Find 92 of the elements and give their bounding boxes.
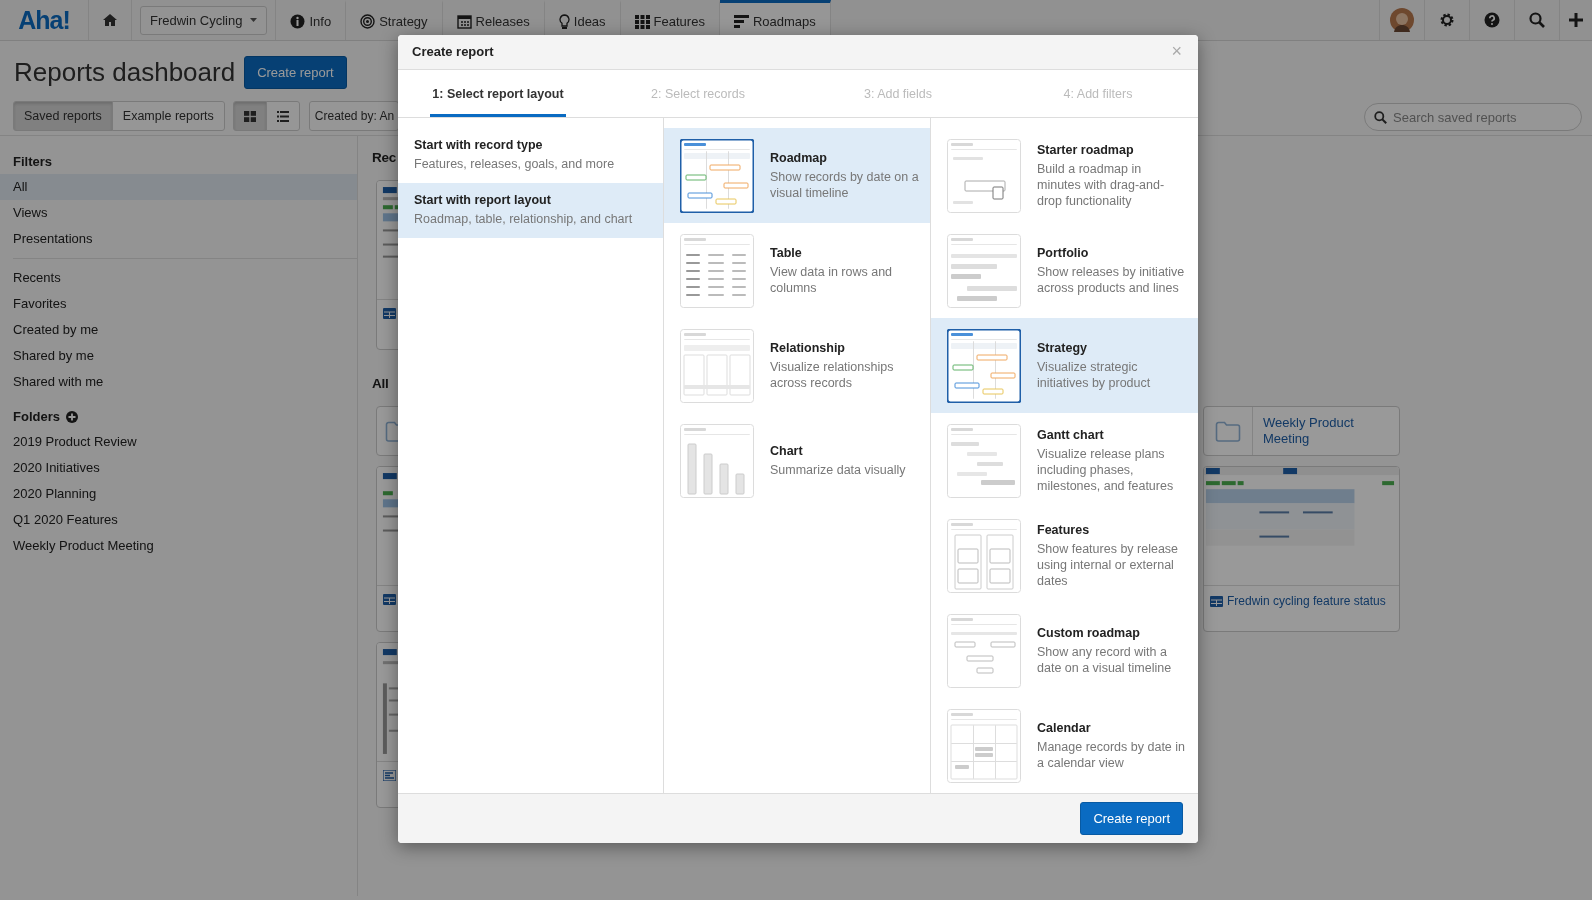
- caret-icon: [250, 17, 258, 23]
- grid-icon: [634, 14, 650, 29]
- template-description: Show features by release using internal or external dates: [1037, 540, 1180, 589]
- create-report-button[interactable]: Create report: [244, 56, 347, 89]
- folder-name: Weekly Product Meeting: [1262, 415, 1355, 447]
- page-title: Reports dashboard: [14, 57, 236, 88]
- template-description: Visualize strategic initiatives by product: [1037, 358, 1152, 391]
- template-option[interactable]: Strategy Visualize strategic initiatives by product: [931, 318, 1198, 414]
- lightbulb-icon: [558, 13, 570, 30]
- template-title: Gantt chart: [1037, 427, 1105, 442]
- dialog-title: Create report: [412, 44, 494, 60]
- table-icon: [1210, 595, 1223, 607]
- info-icon: [290, 14, 306, 29]
- sidebar-item[interactable]: All: [0, 174, 357, 200]
- template-option[interactable]: Portfolio Show releases by initiative across products and lines: [931, 223, 1198, 319]
- report-tab[interactable]: Saved reports: [13, 101, 113, 131]
- sidebar-item[interactable]: Presentations: [0, 226, 357, 252]
- template-title: Starter roadmap: [1037, 142, 1135, 157]
- layout-description: Visualize relationships across records: [770, 358, 895, 391]
- folder-icon: [385, 420, 398, 442]
- template-description: Show releases by initiative across products and lines: [1037, 263, 1186, 296]
- sidebar-heading: Folders: [13, 409, 60, 424]
- search-icon: [1374, 111, 1387, 124]
- template-title: Portfolio: [1037, 245, 1090, 260]
- folder-card[interactable]: Weekly Product Meeting: [1203, 406, 1400, 456]
- app-logo[interactable]: Aha!: [0, 0, 89, 40]
- list-view-button[interactable]: [265, 101, 300, 131]
- sidebar-item[interactable]: 2020 Initiatives: [0, 455, 357, 481]
- sidebar-item[interactable]: Favorites: [0, 291, 357, 317]
- table-icon: [383, 594, 396, 605]
- start-option[interactable]: Start with report layout Roadmap, table, relationship, and chart: [398, 183, 663, 239]
- layout-description: Show records by date on a visual timeline: [770, 168, 920, 201]
- grid-icon: [243, 110, 256, 122]
- template-option[interactable]: Calendar Manage records by date in a calendar view: [931, 698, 1198, 794]
- template-description: Visualize release plans including phases, milestones, and features: [1037, 445, 1175, 494]
- template-description: Show any record with a date on a visual timeline: [1037, 643, 1173, 676]
- bars-icon: [733, 15, 749, 28]
- sidebar-item[interactable]: Q1 2020 Features: [0, 507, 357, 533]
- project-dropdown[interactable]: Fredwin Cycling: [140, 5, 268, 35]
- add-folder-icon[interactable]: [65, 410, 78, 423]
- layout-description: View data in rows and columns: [770, 263, 894, 296]
- section-heading: Rec: [372, 149, 396, 167]
- sidebar-item[interactable]: Weekly Product Meeting: [0, 533, 357, 559]
- template-description: Manage records by date in a calendar view: [1037, 738, 1186, 771]
- layout-option[interactable]: Roadmap Show records by date on a visual timeline: [664, 128, 930, 224]
- target-icon: [360, 14, 376, 29]
- layout-title: Table: [770, 245, 803, 260]
- option-description: Features, releases, goals, and more: [414, 156, 616, 173]
- sidebar-item[interactable]: Created by me: [0, 317, 357, 343]
- section-heading: All: [372, 375, 389, 393]
- layout-title: Chart: [770, 443, 804, 458]
- layout-title: Roadmap: [770, 150, 828, 165]
- sidebar-item[interactable]: Recents: [0, 265, 357, 291]
- report-tab[interactable]: Example reports: [111, 101, 225, 131]
- template-title: Calendar: [1037, 720, 1092, 735]
- layout-option[interactable]: Table View data in rows and columns: [664, 223, 930, 319]
- bars-icon: [383, 770, 396, 781]
- template-option[interactable]: Custom roadmap Show any record with a date on a visual timeline: [931, 603, 1198, 699]
- sidebar-item[interactable]: Shared by me: [0, 343, 357, 369]
- created-by-dropdown[interactable]: Created by: An: [308, 101, 400, 131]
- template-option[interactable]: Features Show features by release using internal or external dates: [931, 508, 1198, 604]
- template-title: Strategy: [1037, 340, 1089, 355]
- report-card[interactable]: Fredwin cycling feature status: [1203, 466, 1400, 632]
- list-icon: [276, 110, 289, 122]
- layout-option[interactable]: Chart Summarize data visually: [664, 413, 930, 509]
- sidebar-heading: Filters: [12, 153, 53, 171]
- create-report-button[interactable]: Create report: [1080, 802, 1183, 836]
- folder-icon: [1215, 420, 1241, 442]
- option-title: Start with report layout: [414, 193, 552, 208]
- layout-title: Relationship: [770, 340, 846, 355]
- sidebar-item[interactable]: Views: [0, 200, 357, 226]
- option-description: Roadmap, table, relationship, and chart: [414, 211, 634, 228]
- option-title: Start with record type: [414, 138, 544, 153]
- calendar-icon: [456, 14, 472, 29]
- grid-view-button[interactable]: [232, 101, 267, 131]
- layout-description: Summarize data visually: [770, 461, 907, 478]
- nav-tab[interactable]: Info: [276, 0, 347, 40]
- start-option[interactable]: Start with record type Features, releases, goals, and more: [398, 128, 663, 184]
- sidebar-item[interactable]: Shared with me: [0, 369, 357, 395]
- template-title: Custom roadmap: [1037, 625, 1141, 640]
- report-title-link[interactable]: Fredwin cycling feature status: [1227, 594, 1386, 608]
- template-description: Build a roadmap in minutes with drag-and-drop functionality: [1037, 160, 1166, 209]
- wizard-step[interactable]: 1: Select report layout: [430, 69, 566, 118]
- template-title: Features: [1037, 522, 1091, 537]
- layout-option[interactable]: Relationship Visualize relationships across records: [664, 318, 930, 414]
- template-option[interactable]: Starter roadmap Build a roadmap in minutes with drag-and-drop functionality: [931, 128, 1198, 224]
- search-field[interactable]: Search saved reports: [1364, 103, 1582, 131]
- template-option[interactable]: Gantt chart Visualize release plans including phases, milestones, and features: [931, 413, 1198, 509]
- table-icon: [383, 308, 396, 319]
- sidebar-item[interactable]: 2020 Planning: [0, 481, 357, 507]
- sidebar-item[interactable]: 2019 Product Review: [0, 429, 357, 455]
- avatar-icon[interactable]: [1390, 8, 1414, 32]
